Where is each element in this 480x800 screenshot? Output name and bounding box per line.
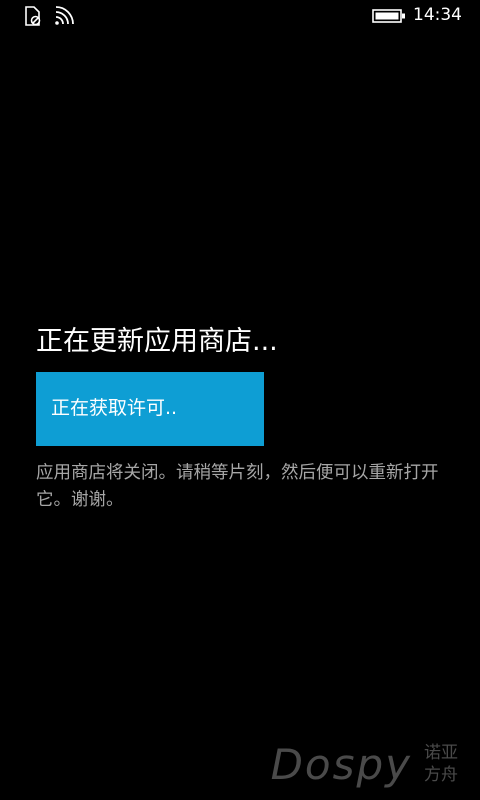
watermark-chinese: 诺亚 方舟 <box>424 742 468 786</box>
status-bar: 14:34 <box>0 0 480 32</box>
watermark-line2: 方舟 <box>424 765 458 785</box>
progress-status-text: 正在获取许可.. <box>51 397 178 419</box>
wifi-signal-icon <box>55 6 74 25</box>
progress-status-box: 正在获取许可.. <box>36 372 264 446</box>
status-clock: 14:34 <box>413 5 462 25</box>
watermark-logo: Dospy 诺亚 方舟 <box>268 740 468 792</box>
watermark-brand: Dospy <box>270 740 412 789</box>
page-title: 正在更新应用商店... <box>36 326 278 357</box>
watermark-line1: 诺亚 <box>424 743 458 763</box>
sim-no-service-icon <box>25 6 41 26</box>
battery-icon <box>372 9 405 23</box>
info-message: 应用商店将关闭。请稍等片刻，然后便可以重新打开它。谢谢。 <box>36 463 439 510</box>
